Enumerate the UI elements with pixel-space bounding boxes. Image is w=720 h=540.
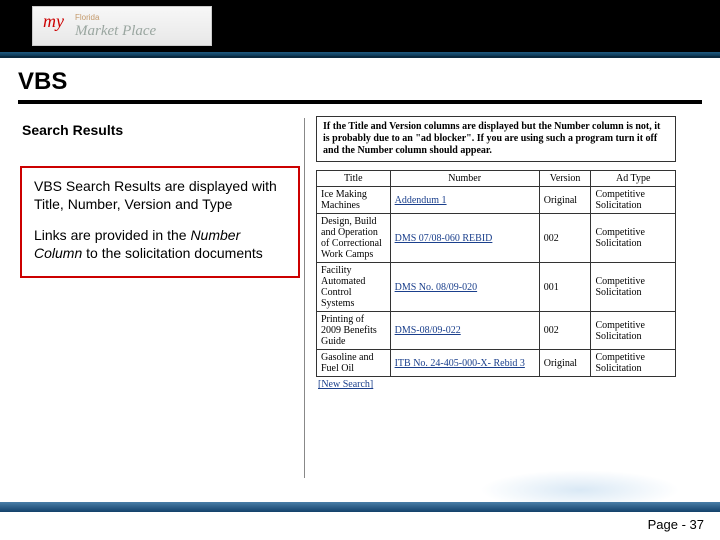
left-column: Search Results VBS Search Results are di… xyxy=(20,118,310,390)
callout-p2b: to the solicitation documents xyxy=(82,245,263,261)
cell-version: Original xyxy=(540,187,592,213)
cell-title: Design, Build and Operation of Correctio… xyxy=(317,214,391,262)
table-row: Design, Build and Operation of Correctio… xyxy=(317,214,675,263)
page-number: Page - 37 xyxy=(648,517,704,532)
title-underline xyxy=(18,100,702,104)
cell-number: DMS No. 08/09-020 xyxy=(391,263,540,311)
footer-bar xyxy=(0,502,720,512)
title-area: VBS xyxy=(0,58,720,110)
cell-adtype: Competitive Solicitation xyxy=(591,187,675,213)
right-column: If the Title and Version columns are dis… xyxy=(310,118,690,390)
page-title: VBS xyxy=(18,68,702,96)
cell-number: Addendum 1 xyxy=(391,187,540,213)
col-version: Version xyxy=(540,171,592,186)
results-table: Title Number Version Ad Type Ice Making … xyxy=(316,170,676,377)
cell-title: Facility Automated Control Systems xyxy=(317,263,391,311)
number-link[interactable]: DMS No. 08/09-020 xyxy=(395,282,478,293)
logo-my: my xyxy=(43,11,64,32)
cell-adtype: Competitive Solicitation xyxy=(591,263,675,311)
new-search: [New Search] xyxy=(318,379,690,390)
cell-adtype: Competitive Solicitation xyxy=(591,214,675,262)
cell-adtype: Competitive Solicitation xyxy=(591,312,675,349)
logo: my Florida Market Place xyxy=(32,6,212,46)
number-link[interactable]: Addendum 1 xyxy=(395,195,447,206)
cell-version: 002 xyxy=(540,214,592,262)
number-link[interactable]: DMS 07/08-060 REBID xyxy=(395,233,493,244)
table-row: Gasoline and Fuel Oil ITB No. 24-405-000… xyxy=(317,350,675,377)
cell-number: ITB No. 24-405-000-X- Rebid 3 xyxy=(391,350,540,376)
table-row: Facility Automated Control Systems DMS N… xyxy=(317,263,675,312)
table-row: Printing of 2009 Benefits Guide DMS-08/0… xyxy=(317,312,675,350)
cell-version: Original xyxy=(540,350,592,376)
col-title: Title xyxy=(317,171,391,186)
new-search-link[interactable]: [New Search] xyxy=(318,379,373,390)
number-link[interactable]: ITB No. 24-405-000-X- Rebid 3 xyxy=(395,358,525,369)
table-header-row: Title Number Version Ad Type xyxy=(317,171,675,187)
top-banner: my Florida Market Place xyxy=(0,0,720,52)
callout-p2a: Links are provided in the xyxy=(34,227,190,243)
col-number: Number xyxy=(391,171,540,186)
info-note: If the Title and Version columns are dis… xyxy=(316,116,676,162)
cell-title: Ice Making Machines xyxy=(317,187,391,213)
cell-adtype: Competitive Solicitation xyxy=(591,350,675,376)
content: Search Results VBS Search Results are di… xyxy=(0,110,720,390)
subheading: Search Results xyxy=(22,122,300,138)
number-link[interactable]: DMS-08/09-022 xyxy=(395,325,461,336)
callout-p1: VBS Search Results are displayed with Ti… xyxy=(34,178,286,213)
cell-title: Printing of 2009 Benefits Guide xyxy=(317,312,391,349)
col-adtype: Ad Type xyxy=(591,171,675,186)
callout-box: VBS Search Results are displayed with Ti… xyxy=(20,166,300,278)
vertical-divider xyxy=(304,118,305,478)
cell-version: 002 xyxy=(540,312,592,349)
cell-number: DMS-08/09-022 xyxy=(391,312,540,349)
slide: my Florida Market Place VBS Search Resul… xyxy=(0,0,720,540)
cell-title: Gasoline and Fuel Oil xyxy=(317,350,391,376)
cell-number: DMS 07/08-060 REBID xyxy=(391,214,540,262)
callout-p2: Links are provided in the Number Column … xyxy=(34,227,286,262)
logo-florida: Florida xyxy=(75,13,99,22)
logo-marketplace: Market Place xyxy=(75,23,156,40)
table-row: Ice Making Machines Addendum 1 Original … xyxy=(317,187,675,214)
cell-version: 001 xyxy=(540,263,592,311)
